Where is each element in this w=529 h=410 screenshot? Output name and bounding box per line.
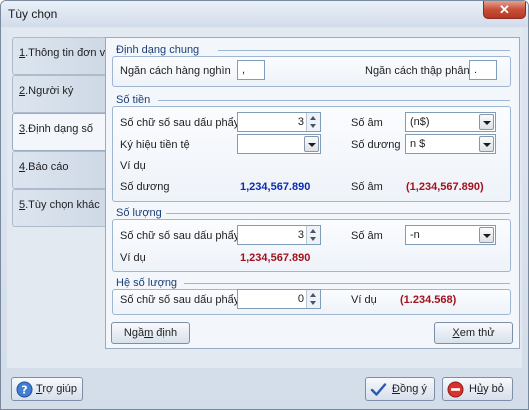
tab-tuy-chon-khac[interactable]: 5.Tùy chọn khác (12, 189, 105, 227)
arrow-down-icon[interactable] (310, 301, 316, 305)
button-text: y bỏ (483, 383, 504, 395)
restore-defaults-button[interactable]: Ngầm định (111, 322, 190, 344)
window-title: Tùy chọn (8, 7, 58, 21)
coefficient-decimals-stepper[interactable]: 0 (237, 289, 321, 309)
currency-group-title: Số tiền (116, 94, 151, 106)
preview-button[interactable]: Xem thử (434, 322, 513, 344)
chevron-down-icon (483, 121, 491, 125)
checkmark-icon (370, 383, 387, 396)
tab-label: .Người ký (25, 85, 74, 97)
spin-arrows[interactable] (306, 290, 320, 308)
currency-negative-label: Số âm (351, 117, 383, 129)
button-text: H (469, 383, 477, 395)
tab-label: .Báo cáo (25, 161, 69, 173)
currency-negative-select[interactable]: (n$) (405, 112, 496, 132)
cancel-button[interactable]: Hủy bỏ (442, 377, 513, 401)
thousands-separator-label: Ngăn cách hàng nghìn (120, 65, 231, 77)
tab-nguoi-ky[interactable]: 2.Người ký (12, 75, 105, 113)
chevron-down-icon (483, 143, 491, 147)
decimal-separator-input[interactable]: . (469, 60, 497, 80)
currency-example-positive-label: Số dương (120, 181, 170, 193)
button-hotkey: Đ (392, 383, 400, 395)
cancel-icon (447, 381, 464, 398)
arrow-up-icon[interactable] (310, 293, 316, 297)
select-value: -n (410, 229, 420, 241)
stepper-value: 3 (297, 229, 304, 241)
general-group-title: Định dạng chung (116, 44, 200, 56)
select-value: (n$) (410, 116, 430, 128)
spin-arrows[interactable] (306, 226, 320, 244)
ok-button[interactable]: Đồng ý (365, 377, 435, 401)
chevron-down-icon (483, 234, 491, 238)
tab-bao-cao[interactable]: 4.Báo cáo (12, 151, 105, 189)
button-text: ồng ý (399, 383, 427, 395)
button-hotkey: m (144, 327, 154, 339)
select-value: n $ (410, 138, 426, 150)
dropdown-button[interactable] (304, 136, 319, 152)
tab-label: .Tùy chọn khác (25, 199, 100, 211)
tab-label: .Thông tin đơn vị (25, 47, 108, 59)
dropdown-button[interactable] (479, 227, 494, 243)
quantity-example-value: 1,234,567.890 (240, 252, 311, 264)
quantity-negative-label: Số âm (351, 230, 383, 242)
stepper-value: 3 (297, 116, 304, 128)
button-text: rợ giúp (42, 383, 78, 395)
currency-positive-label: Số dương (351, 139, 401, 151)
options-dialog: Tùy chọn ✕ 1.Thông tin đơn vị 2.Người ký… (0, 0, 529, 410)
arrow-down-icon[interactable] (310, 237, 316, 241)
button-hotkey: X (452, 327, 460, 339)
group-divider (218, 50, 510, 51)
currency-decimals-label: Số chữ số sau dấu phẩy (120, 117, 240, 129)
button-text: Ngầ (123, 327, 145, 339)
spin-arrows[interactable] (306, 113, 320, 131)
arrow-up-icon[interactable] (310, 229, 316, 233)
arrow-down-icon[interactable] (310, 124, 316, 128)
tab-dinh-dang-so[interactable]: 3.Định dạng số (12, 113, 106, 151)
currency-example-label: Ví dụ (120, 160, 146, 172)
stepper-value: 0 (297, 293, 304, 305)
coefficient-decimals-label: Số chữ số sau dấu phẩy (120, 294, 240, 306)
currency-example-positive-value: 1,234,567.890 (240, 181, 311, 193)
currency-positive-select[interactable]: n $ (405, 134, 496, 154)
quantity-decimals-label: Số chữ số sau dấu phẩy (120, 230, 240, 242)
dropdown-button[interactable] (479, 136, 494, 152)
svg-text:?: ? (21, 384, 27, 397)
currency-symbol-select[interactable] (237, 134, 321, 154)
button-text: em thử (459, 327, 495, 339)
tab-strip: 1.Thông tin đơn vị 2.Người ký 3.Định dạn… (12, 37, 108, 337)
coefficient-example-label: Ví dụ (351, 294, 377, 306)
decimal-separator-label: Ngăn cách thập phân (365, 65, 470, 77)
coefficient-group-title: Hệ số lượng (116, 277, 178, 289)
dropdown-button[interactable] (479, 114, 494, 130)
button-text: định (153, 327, 178, 339)
group-divider (166, 213, 510, 214)
currency-symbol-label: Ký hiệu tiền tệ (120, 139, 190, 151)
close-icon: ✕ (499, 2, 510, 17)
quantity-negative-select[interactable]: -n (405, 225, 496, 245)
tab-thong-tin-don-vi[interactable]: 1.Thông tin đơn vị (12, 37, 108, 75)
close-button[interactable]: ✕ (483, 1, 526, 19)
quantity-decimals-stepper[interactable]: 3 (237, 225, 321, 245)
group-divider (184, 283, 510, 284)
currency-example-negative-label: Số âm (351, 181, 383, 193)
currency-example-negative-value: (1,234,567.890) (406, 181, 484, 193)
title-bar[interactable]: Tùy chọn ✕ (1, 1, 528, 27)
tab-label: .Định dạng số (25, 123, 94, 135)
coefficient-example-value: (1.234.568) (400, 294, 457, 306)
group-divider (158, 100, 510, 101)
help-icon: ? (16, 381, 33, 398)
quantity-example-label: Ví dụ (120, 252, 146, 264)
quantity-group-title: Số lượng (116, 207, 162, 219)
chevron-down-icon (308, 143, 316, 147)
thousands-separator-input[interactable]: , (237, 60, 265, 80)
currency-decimals-stepper[interactable]: 3 (237, 112, 321, 132)
arrow-up-icon[interactable] (310, 116, 316, 120)
help-button[interactable]: ? Trợ giúp (11, 377, 83, 401)
